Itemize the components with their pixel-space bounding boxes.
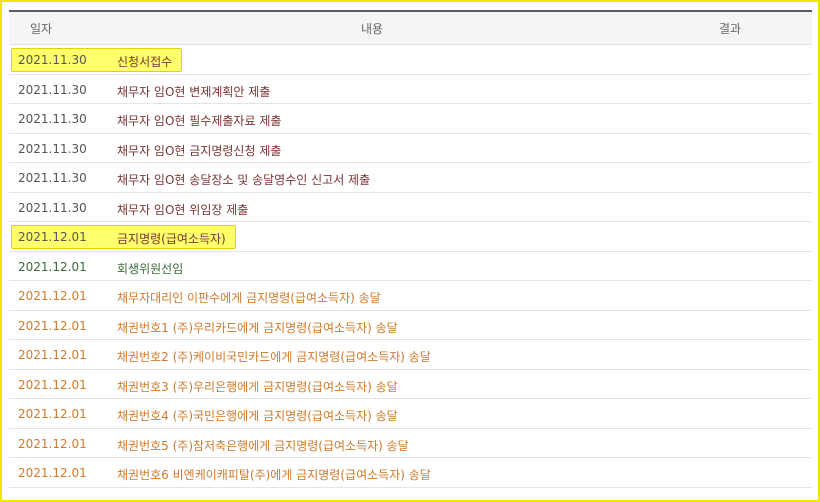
- table-row: 2021.12.01 채권번호3 (주)우리은행에게 금지명령(급여소득자) 송달: [9, 370, 812, 399]
- row-date: 2021.11.30: [18, 200, 87, 215]
- row-date: 2021.12.01: [18, 436, 87, 451]
- table-row: 2021.12.01 금지명령(급여소득자): [9, 222, 812, 252]
- table-row: 2021.11.30 채무자 임O현 변제계획안 제출: [9, 75, 812, 104]
- row-date: 2021.11.30: [18, 171, 87, 185]
- row-content: 채권번호5 (주)참저축은행에게 금지명령(급여소득자) 송달: [117, 438, 409, 453]
- table-row: 2021.11.30 신청서접수: [9, 45, 812, 75]
- row-date: 2021.12.01: [18, 230, 87, 244]
- row-content: 채권번호3 (주)우리은행에게 금지명령(급여소득자) 송달: [117, 379, 398, 394]
- table-header: 일자 내용 결과: [9, 10, 812, 45]
- row-date: 2021.12.01: [18, 407, 87, 421]
- row-content: 채무자 임O현 필수제출자료 제출: [117, 114, 282, 128]
- row-content: 신청서접수: [117, 55, 173, 69]
- row-date: 2021.12.01: [18, 377, 87, 392]
- table-row: 2021.11.30 채무자 임O현 필수제출자료 제출: [9, 104, 812, 134]
- row-content: 채권번호4 (주)국민은행에게 금지명령(급여소득자) 송달: [117, 409, 398, 423]
- header-result: 결과: [719, 22, 742, 36]
- row-content: 채무자 임O현 송달장소 및 송달영수인 신고서 제출: [117, 173, 371, 187]
- row-date: 2021.11.30: [18, 53, 87, 67]
- row-content: 채무자대리인 이판수에게 금지명령(급여소득자) 송달: [117, 291, 381, 305]
- row-content: 채권번호6 비엔케이캐피탈(주)에게 금지명령(급여소득자) 송달: [117, 468, 431, 482]
- row-date: 2021.12.01: [18, 466, 87, 480]
- table-row: 2021.11.30 채무자 임O현 금지명령신청 제출: [9, 134, 812, 163]
- case-history-table: 일자 내용 결과 2021.11.30 신청서접수 2021.11.30 채무자 임O…: [9, 10, 812, 488]
- table-row: 2021.12.01 회생위원선임: [9, 252, 812, 281]
- table-row: 2021.12.01 채권번호6 비엔케이캐피탈(주)에게 금지명령(급여소득자)…: [9, 458, 812, 488]
- row-content: 회생위원선임: [117, 261, 184, 276]
- row-date: 2021.12.01: [18, 259, 87, 274]
- table-row: 2021.12.01 채무자대리인 이판수에게 금지명령(급여소득자) 송달: [9, 281, 812, 311]
- row-content: 채무자 임O현 위임장 제출: [117, 202, 249, 217]
- row-date: 2021.12.01: [18, 348, 87, 362]
- table-row: 2021.12.01 채권번호1 (주)우리카드에게 금지명령(급여소득자) 송달: [9, 311, 812, 340]
- header-content: 내용: [361, 22, 384, 36]
- table-row: 2021.11.30 채무자 임O현 위임장 제출: [9, 193, 812, 222]
- row-content: 채무자 임O현 금지명령신청 제출: [117, 143, 282, 158]
- table-row: 2021.11.30 채무자 임O현 송달장소 및 송달영수인 신고서 제출: [9, 163, 812, 193]
- row-date: 2021.11.30: [18, 82, 87, 97]
- table-row: 2021.12.01 채권번호2 (주)케이비국민카드에게 금지명령(급여소득자)…: [9, 340, 812, 370]
- row-content: 채권번호2 (주)케이비국민카드에게 금지명령(급여소득자) 송달: [117, 350, 431, 364]
- table-body: 2021.11.30 신청서접수 2021.11.30 채무자 임O현 변제계획안 제…: [9, 45, 812, 488]
- row-date: 2021.11.30: [18, 112, 87, 126]
- row-content: 금지명령(급여소득자): [117, 232, 226, 246]
- table-row: 2021.12.01 채권번호4 (주)국민은행에게 금지명령(급여소득자) 송달: [9, 399, 812, 429]
- header-date: 일자: [30, 22, 53, 36]
- row-date: 2021.12.01: [18, 318, 87, 333]
- table-row: 2021.12.01 채권번호5 (주)참저축은행에게 금지명령(급여소득자) 송…: [9, 429, 812, 458]
- row-content: 채무자 임O현 변제계획안 제출: [117, 84, 271, 99]
- row-date: 2021.11.30: [18, 141, 87, 156]
- row-date: 2021.12.01: [18, 289, 87, 303]
- row-content: 채권번호1 (주)우리카드에게 금지명령(급여소득자) 송달: [117, 320, 398, 335]
